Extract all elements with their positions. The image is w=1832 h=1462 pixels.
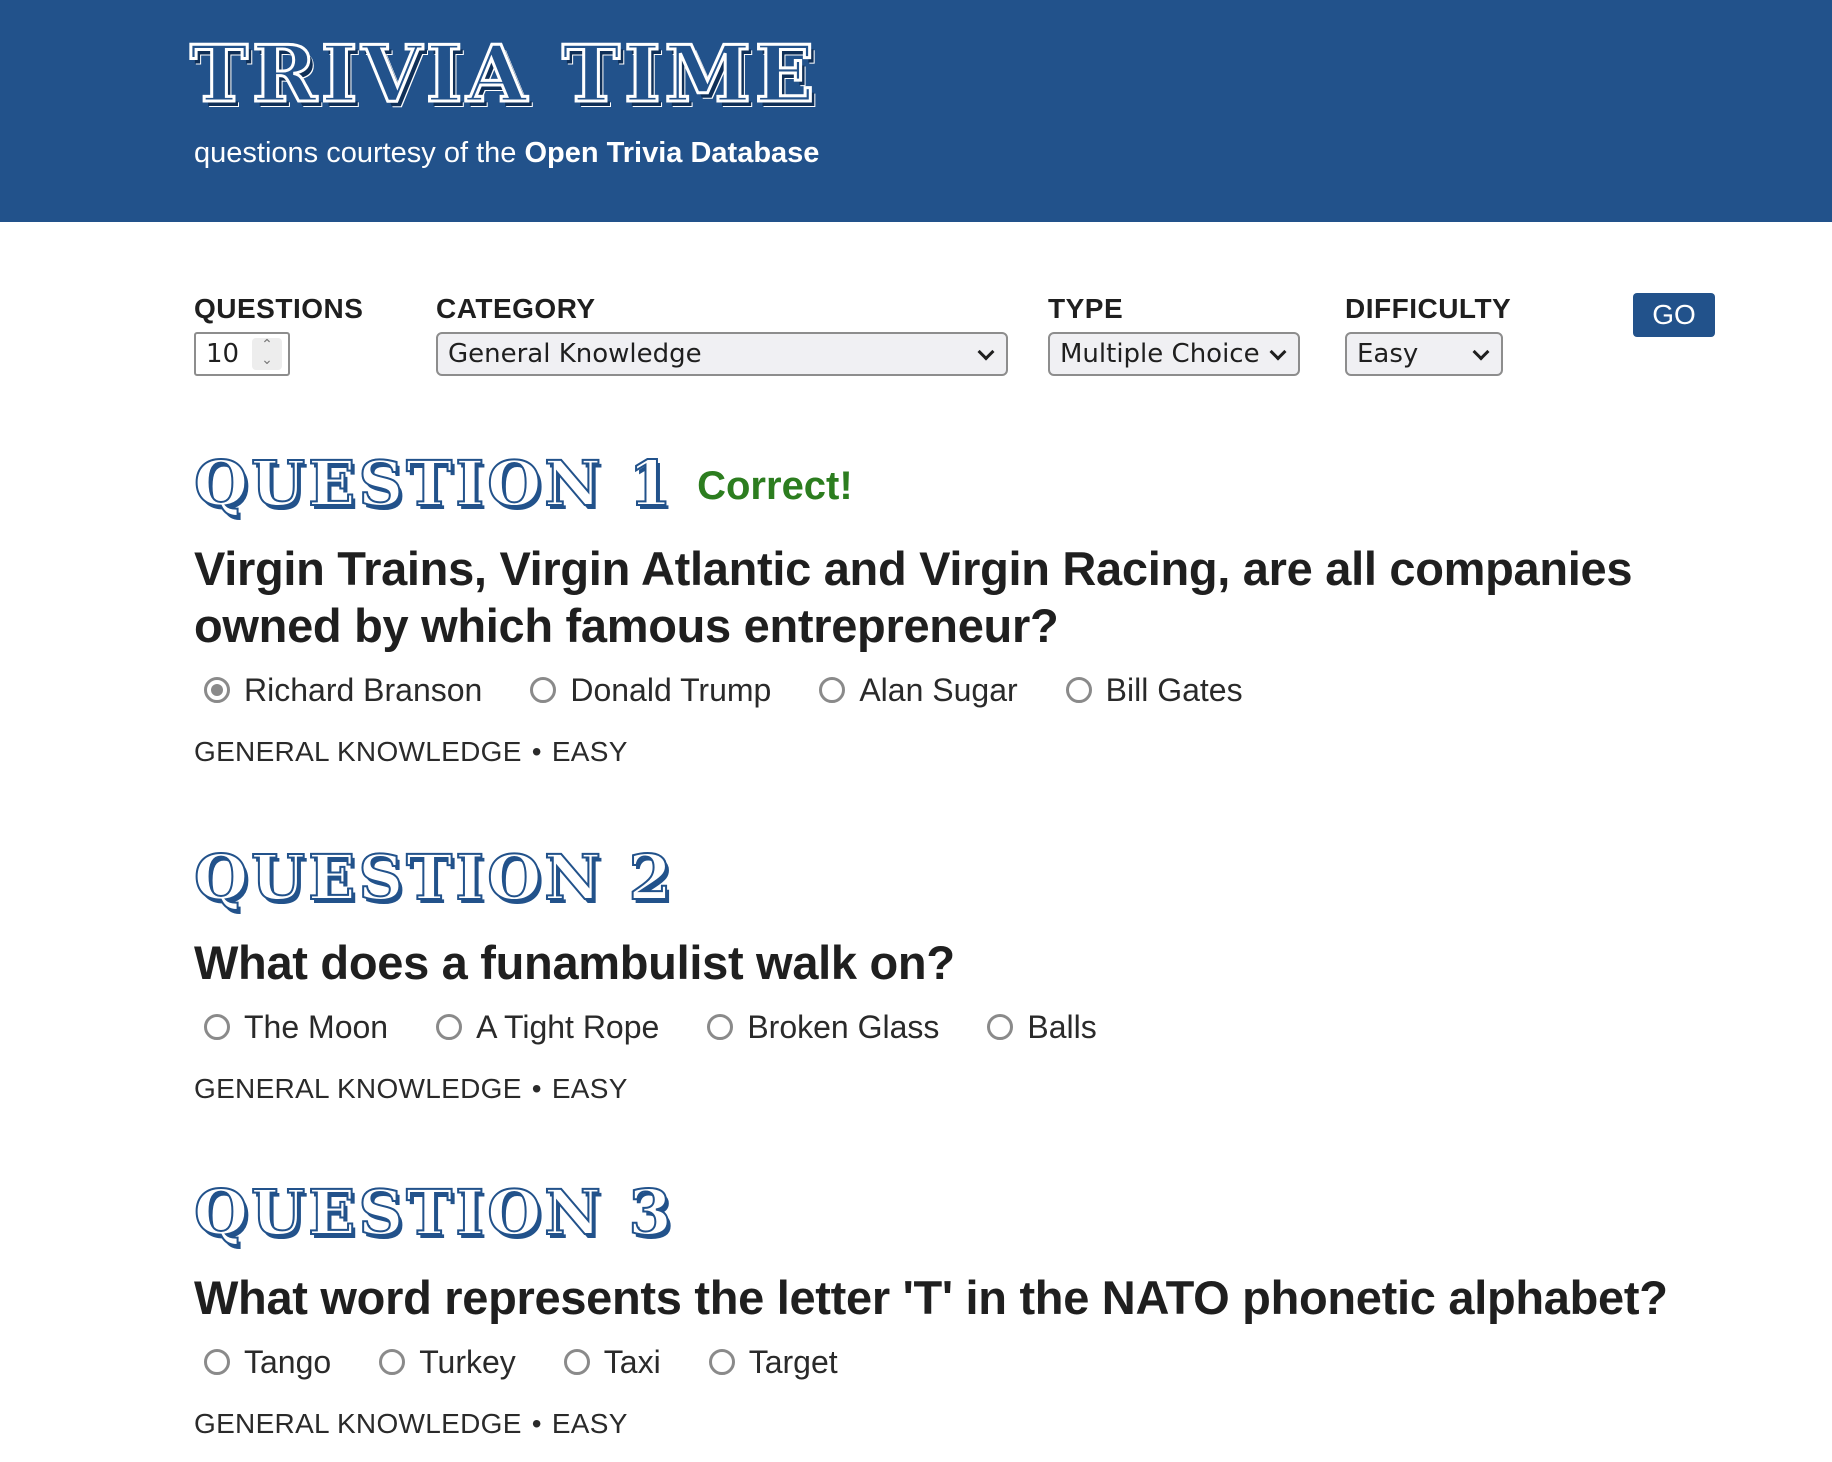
site-header: TRIVIA TIME questions courtesy of the Op…: [0, 0, 1832, 222]
category-value: General Knowledge: [448, 339, 702, 369]
questions-control: QUESTIONS 10 ⌃ ⌄: [194, 290, 363, 376]
answer-option[interactable]: Alan Sugar: [809, 671, 1018, 709]
answer-option[interactable]: Richard Branson: [194, 672, 482, 709]
answer-label: Turkey: [419, 1343, 516, 1380]
questions-label: QUESTIONS: [194, 293, 364, 324]
quiz-controls: QUESTIONS 10 ⌃ ⌄ CATEGORY General Knowled…: [0, 290, 1832, 380]
radio-icon[interactable]: [819, 677, 846, 703]
question-heading: QUESTION 2: [193, 840, 1694, 920]
difficulty-label: DIFFICULTY: [1345, 293, 1512, 324]
question-title: QUESTION 2: [193, 840, 675, 915]
question-heading: QUESTION 3: [193, 1175, 1694, 1255]
question-title: QUESTION 1: [193, 446, 675, 521]
answer-label: Broken Glass: [747, 1008, 940, 1045]
radio-icon[interactable]: [987, 1014, 1014, 1040]
question-text: What word represents the letter 'T' in t…: [194, 1271, 1668, 1324]
answer-options: Tango Turkey Taxi Target: [194, 1340, 1694, 1384]
question-text: Virgin Trains, Virgin Atlantic and Virgi…: [194, 542, 1633, 652]
meta-difficulty: EASY: [551, 736, 628, 767]
question-card-1: QUESTION 1 Correct! Virgin Trains, Virgi…: [193, 446, 1694, 770]
answer-option[interactable]: Broken Glass: [697, 1009, 939, 1046]
difficulty-control: DIFFICULTY Easy: [1345, 290, 1511, 376]
meta-category: GENERAL KNOWLEDGE: [194, 736, 522, 767]
answer-option[interactable]: Balls: [977, 1008, 1097, 1046]
question-card-3: QUESTION 3 What word represents the lett…: [193, 1175, 1694, 1442]
answer-options: The Moon A Tight Rope Broken Glass Balls: [194, 1005, 1694, 1049]
answer-label: Alan Sugar: [859, 671, 1018, 708]
question-card-2: QUESTION 2 What does a funambulist walk …: [193, 840, 1694, 1107]
number-spinner-icon[interactable]: ⌃ ⌄: [252, 338, 282, 370]
radio-icon[interactable]: [436, 1014, 463, 1040]
subtitle-prefix: questions courtesy of the: [194, 137, 525, 169]
question-meta: GENERAL KNOWLEDGE • EASY: [194, 1071, 1694, 1107]
answer-options: Richard Branson Donald Trump Alan Sugar …: [194, 668, 1694, 712]
meta-category: GENERAL KNOWLEDGE: [194, 1073, 522, 1104]
answer-label: Target: [748, 1343, 838, 1380]
meta-difficulty: EASY: [551, 1073, 628, 1104]
answer-option[interactable]: Turkey: [369, 1344, 516, 1381]
answer-label: Taxi: [603, 1343, 661, 1380]
radio-icon[interactable]: [530, 677, 557, 703]
question-text: What does a funambulist walk on?: [194, 936, 955, 989]
answer-option[interactable]: Donald Trump: [520, 672, 771, 709]
question-meta: GENERAL KNOWLEDGE • EASY: [194, 734, 1694, 770]
meta-separator: •: [531, 1408, 542, 1439]
question-title: QUESTION 3: [193, 1175, 675, 1250]
result-correct: Correct!: [697, 463, 853, 508]
answer-label: A Tight Rope: [476, 1008, 660, 1045]
type-value: Multiple Choice: [1060, 339, 1260, 369]
questions-count-input[interactable]: 10 ⌃ ⌄: [194, 332, 290, 376]
radio-icon[interactable]: [379, 1349, 406, 1375]
app-title: TRIVIA TIME: [188, 28, 819, 121]
category-label: CATEGORY: [436, 293, 596, 324]
answer-label: Donald Trump: [570, 671, 772, 708]
radio-icon[interactable]: [204, 1349, 230, 1375]
meta-separator: •: [531, 736, 542, 767]
chevron-down-icon: [977, 343, 995, 361]
category-select[interactable]: General Knowledge: [436, 332, 1008, 376]
meta-separator: •: [531, 1073, 542, 1104]
answer-label: Richard Branson: [244, 671, 483, 708]
radio-icon[interactable]: [707, 1014, 734, 1040]
difficulty-select[interactable]: Easy: [1345, 332, 1503, 376]
radio-selected-icon[interactable]: [204, 677, 230, 703]
radio-icon[interactable]: [204, 1014, 230, 1040]
type-control: TYPE Multiple Choice: [1048, 290, 1300, 376]
type-select[interactable]: Multiple Choice: [1048, 332, 1300, 376]
radio-icon[interactable]: [1065, 677, 1092, 703]
question-heading: QUESTION 1 Correct!: [193, 446, 1694, 526]
answer-label: Balls: [1027, 1008, 1097, 1045]
difficulty-value: Easy: [1357, 339, 1419, 369]
questions-count-value: 10: [206, 339, 240, 369]
radio-icon[interactable]: [563, 1349, 590, 1375]
answer-option[interactable]: Tango: [194, 1344, 331, 1381]
answer-option[interactable]: Taxi: [554, 1344, 661, 1381]
category-control: CATEGORY General Knowledge: [436, 290, 1008, 376]
answer-option[interactable]: A Tight Rope: [426, 1009, 659, 1046]
open-trivia-database-link[interactable]: Open Trivia Database: [524, 137, 819, 169]
go-button[interactable]: GO: [1633, 293, 1715, 337]
subtitle: questions courtesy of the Open Trivia Da…: [194, 133, 819, 173]
answer-option[interactable]: Target: [699, 1344, 838, 1381]
answer-label: Tango: [244, 1343, 332, 1380]
answer-label: The Moon: [244, 1008, 389, 1045]
type-label: TYPE: [1048, 293, 1124, 324]
meta-category: GENERAL KNOWLEDGE: [194, 1408, 522, 1439]
answer-option[interactable]: The Moon: [194, 1009, 388, 1046]
meta-difficulty: EASY: [551, 1408, 628, 1439]
question-meta: GENERAL KNOWLEDGE • EASY: [194, 1406, 1694, 1442]
answer-label: Bill Gates: [1105, 671, 1243, 708]
answer-option[interactable]: Bill Gates: [1056, 672, 1243, 709]
radio-icon[interactable]: [708, 1349, 735, 1375]
chevron-down-icon: [1269, 343, 1287, 361]
chevron-down-icon: [1472, 343, 1490, 361]
